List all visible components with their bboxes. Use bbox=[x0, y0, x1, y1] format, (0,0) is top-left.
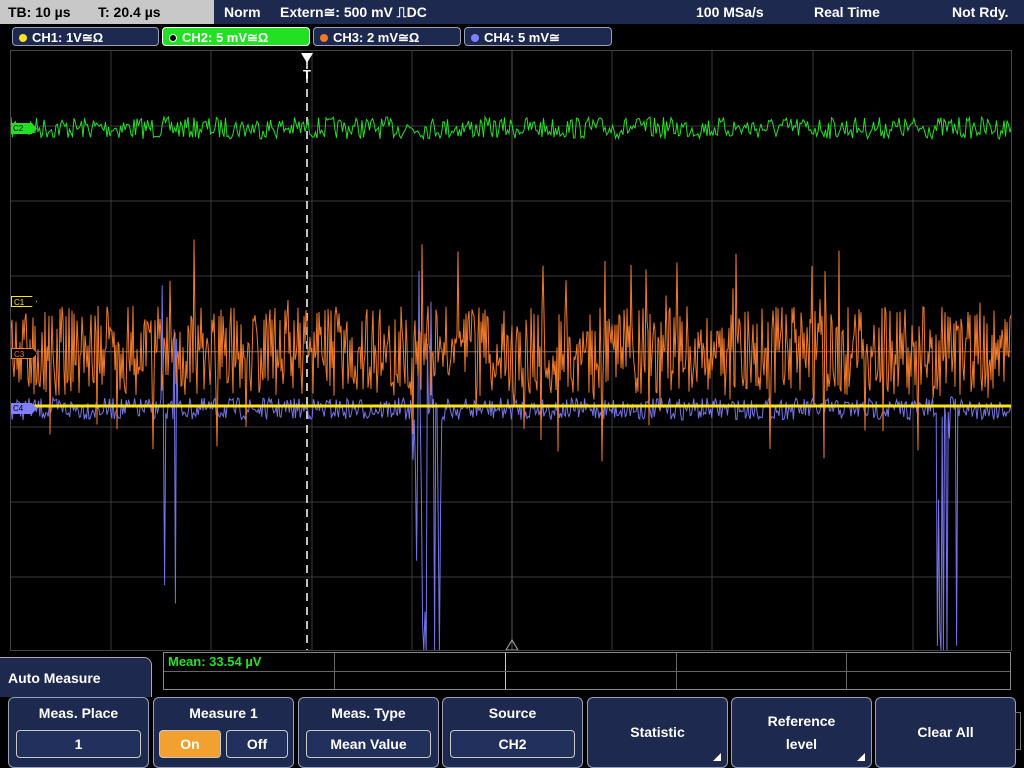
menu-title: Auto Measure bbox=[0, 657, 152, 697]
ch1-color-icon bbox=[19, 34, 27, 42]
trigger-marker-label: T bbox=[303, 67, 311, 82]
reference-label-line1: Reference bbox=[767, 713, 836, 729]
measure1-on-button[interactable]: On bbox=[159, 730, 221, 758]
source-value[interactable]: CH2 bbox=[450, 730, 575, 758]
ch4-offset-marker[interactable]: C4 bbox=[11, 403, 37, 414]
ch4-label: CH4: 5 mV≅ bbox=[484, 30, 560, 45]
channel-tabs: CH1: 1V≅Ω CH2: 5 mV≅Ω CH3: 2 mV≅Ω CH4: 5… bbox=[0, 24, 1024, 48]
measurement-result: Mean: 33.54 µV bbox=[168, 654, 262, 669]
submenu-corner-icon bbox=[713, 753, 721, 761]
clear-all-softkey[interactable]: Clear All bbox=[875, 697, 1016, 768]
measure1-softkey[interactable]: Measure 1 On Off bbox=[153, 697, 294, 768]
meas-place-label: Meas. Place bbox=[38, 705, 119, 721]
status-bar: TB: 10 µs T: 20.4 µs Norm Extern≅: 500 m… bbox=[0, 0, 1024, 24]
trigger-mode[interactable]: Norm bbox=[224, 0, 261, 24]
reference-level-softkey[interactable]: Reference level bbox=[731, 697, 872, 768]
meas-place-softkey[interactable]: Meas. Place 1 bbox=[8, 697, 149, 768]
ch3-color-icon bbox=[320, 34, 328, 42]
statistic-label: Statistic bbox=[630, 724, 685, 740]
tab-ch1[interactable]: CH1: 1V≅Ω bbox=[12, 27, 159, 46]
menu-scroll-indicator bbox=[1015, 712, 1021, 750]
reference-label-line2: level bbox=[785, 736, 818, 752]
waveform-display[interactable]: T C2 C1 C3 C4 bbox=[10, 50, 1012, 651]
statistic-softkey[interactable]: Statistic bbox=[587, 697, 728, 768]
ch2-color-icon bbox=[169, 34, 177, 42]
waveform-svg: T bbox=[11, 51, 1011, 650]
ch2-offset-marker[interactable]: C2 bbox=[11, 123, 37, 134]
tab-ch2[interactable]: CH2: 5 mV≅Ω bbox=[162, 27, 310, 46]
trigger-position-readout: T: 20.4 µs bbox=[98, 4, 161, 20]
ch1-offset-marker[interactable]: C1 bbox=[11, 296, 37, 307]
ch1-label: CH1: 1V≅Ω bbox=[32, 30, 104, 45]
meas-type-softkey[interactable]: Meas. Type Mean Value bbox=[298, 697, 439, 768]
submenu-corner-icon bbox=[857, 753, 865, 761]
measure1-off-button[interactable]: Off bbox=[226, 730, 288, 758]
meas-place-value[interactable]: 1 bbox=[16, 730, 141, 758]
clear-all-label: Clear All bbox=[917, 724, 974, 740]
ch3-offset-marker[interactable]: C3 bbox=[11, 348, 37, 359]
meas-type-value[interactable]: Mean Value bbox=[306, 730, 431, 758]
tab-ch3[interactable]: CH3: 2 mV≅Ω bbox=[313, 27, 461, 46]
tab-ch4[interactable]: CH4: 5 mV≅ bbox=[464, 27, 612, 46]
timebase-box[interactable]: TB: 10 µs T: 20.4 µs bbox=[0, 0, 214, 24]
trigger-source[interactable]: Extern≅: 500 mV ⎍DC bbox=[280, 0, 427, 24]
measurement-strip: Mean: 33.54 µV bbox=[163, 652, 1011, 690]
sample-rate: 100 MSa/s bbox=[696, 4, 764, 20]
ch3-label: CH3: 2 mV≅Ω bbox=[333, 30, 420, 45]
meas-type-label: Meas. Type bbox=[331, 705, 406, 721]
timebase-readout: TB: 10 µs bbox=[8, 4, 71, 20]
measure1-label: Measure 1 bbox=[189, 705, 258, 721]
acquisition-state: Not Rdy. bbox=[952, 4, 1009, 20]
ch2-label: CH2: 5 mV≅Ω bbox=[182, 30, 269, 45]
trigger-position-icon[interactable] bbox=[301, 53, 313, 63]
source-softkey[interactable]: Source CH2 bbox=[442, 697, 583, 768]
ch4-color-icon bbox=[471, 34, 479, 42]
ch2-trace bbox=[11, 115, 1011, 141]
acquisition-mode: Real Time bbox=[814, 4, 880, 20]
source-label: Source bbox=[488, 705, 537, 721]
